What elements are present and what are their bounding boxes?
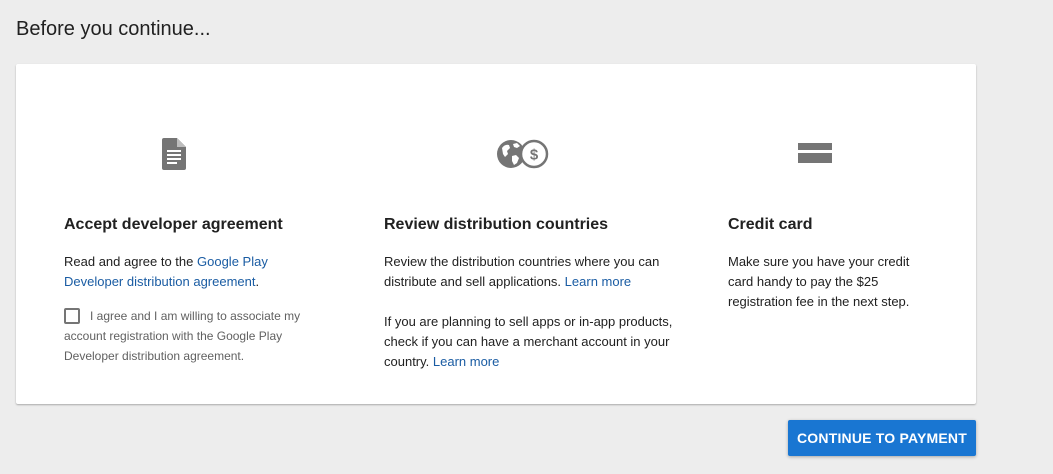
- agreement-description: Read and agree to the Google Play Develo…: [64, 252, 314, 292]
- agreement-text-prefix: Read and agree to the: [64, 254, 197, 269]
- credit-card-description: Make sure you have your credit card hand…: [728, 254, 910, 309]
- credit-card-icon: [798, 138, 832, 174]
- globe-dollar-icon: $: [496, 138, 550, 174]
- countries-description: Review the distribution countries where …: [384, 252, 674, 292]
- agreement-text-suffix: .: [255, 274, 260, 289]
- agree-checkbox-label[interactable]: I agree and I am willing to associate my…: [64, 306, 314, 366]
- countries-text-2: If you are planning to sell apps or in-a…: [384, 314, 673, 369]
- svg-text:$: $: [530, 147, 539, 164]
- agree-checkbox-row[interactable]: I agree and I am willing to associate my…: [64, 308, 314, 366]
- prerequisites-card: Accept developer agreement Read and agre…: [16, 64, 976, 404]
- merchant-description: If you are planning to sell apps or in-a…: [384, 312, 674, 372]
- learn-more-link-distribution[interactable]: Learn more: [565, 274, 631, 289]
- credit-card-title: Credit card: [728, 216, 813, 233]
- agree-checkbox[interactable]: [64, 308, 80, 324]
- document-icon: [162, 138, 186, 174]
- continue-to-payment-button[interactable]: CONTINUE TO PAYMENT: [788, 420, 976, 456]
- countries-title: Review distribution countries: [384, 216, 609, 233]
- page-title: Before you continue...: [16, 18, 211, 40]
- agreement-title: Accept developer agreement: [64, 216, 283, 233]
- learn-more-link-merchant[interactable]: Learn more: [433, 354, 499, 369]
